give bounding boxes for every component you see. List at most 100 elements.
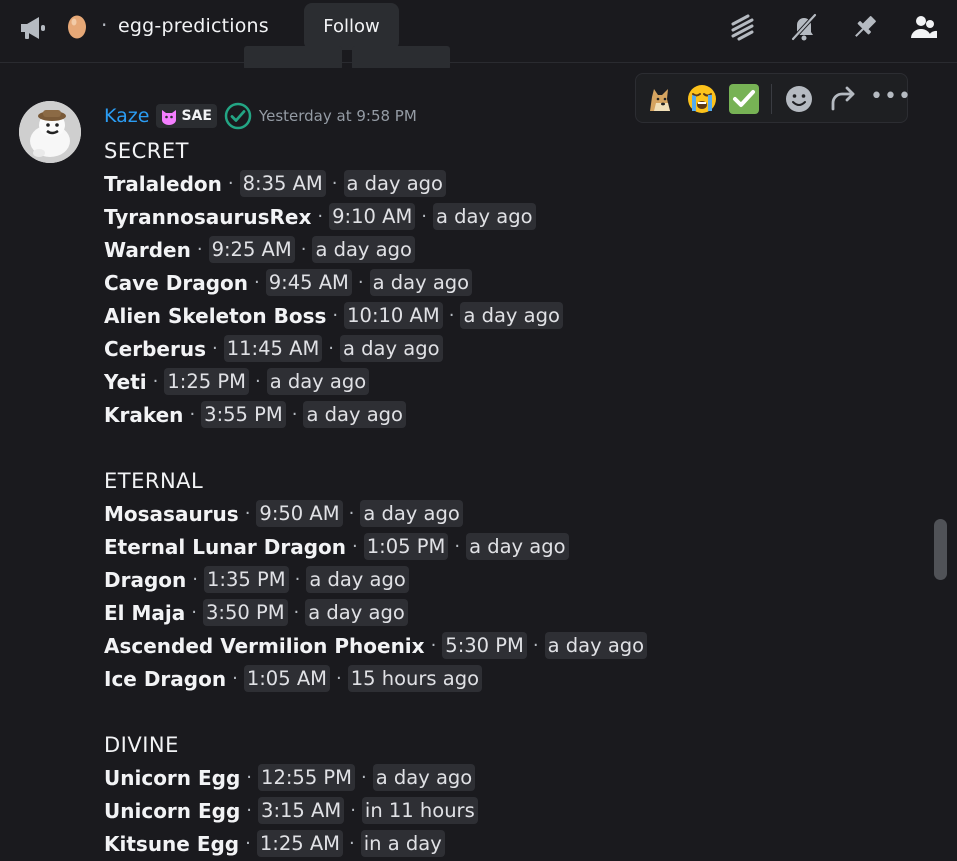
members-icon[interactable] xyxy=(908,12,938,42)
entry-relative-time[interactable]: a day ago xyxy=(372,764,476,791)
entry-time[interactable]: 3:50 PM xyxy=(202,599,288,626)
separator-dot: · xyxy=(532,635,539,656)
entry-name: Dragon xyxy=(104,567,187,592)
separator-dot: · xyxy=(300,239,307,260)
egg-icon xyxy=(68,15,86,39)
follow-button[interactable]: Follow xyxy=(304,3,399,50)
pin-icon[interactable] xyxy=(850,12,880,42)
message-content: SECRET Tralaledon · 8:35 AM · a day ago Tyrann… xyxy=(104,134,648,860)
schedule-entry: Kraken · 3:55 PM · a day ago xyxy=(104,398,647,431)
entry-relative-time[interactable]: a day ago xyxy=(369,269,473,296)
section-heading: SECRET xyxy=(104,138,189,163)
loudly-crying-emoji[interactable] xyxy=(686,83,718,115)
entry-name: Alien Skeleton Boss xyxy=(104,303,327,328)
entry-time[interactable]: 9:10 AM xyxy=(329,203,416,230)
schedule-entry: Mosasaurus · 9:50 AM · a day ago xyxy=(104,497,647,530)
entry-time[interactable]: 1:05 PM xyxy=(363,533,449,560)
entry-relative-time[interactable]: a day ago xyxy=(266,368,370,395)
entry-time[interactable]: 10:10 AM xyxy=(344,302,443,329)
entry-relative-time[interactable]: a day ago xyxy=(305,599,408,626)
separator-dot: · xyxy=(357,272,364,293)
entry-name: Warden xyxy=(104,237,191,262)
entry-time[interactable]: 12:55 PM xyxy=(258,764,356,791)
announcement-megaphone-icon xyxy=(21,17,45,39)
entry-time[interactable]: 1:05 AM xyxy=(243,665,330,692)
separator-dot: · xyxy=(291,404,298,425)
separator-dot: · xyxy=(246,800,253,821)
entry-relative-time[interactable]: a day ago xyxy=(340,335,443,362)
schedule-entry: Unicorn Egg · 3:15 AM · in 11 hours xyxy=(104,794,647,827)
entry-time[interactable]: 9:50 AM xyxy=(256,500,343,527)
schedule-entry: Yeti · 1:25 PM · a day ago xyxy=(104,365,647,398)
separator-dot: · xyxy=(189,404,196,425)
message-timestamp[interactable]: Yesterday at 9:58 PM xyxy=(259,107,417,125)
entry-name: Kraken xyxy=(104,402,184,427)
entry-time[interactable]: 9:25 AM xyxy=(208,236,295,263)
schedule-entry: Ice Dragon · 1:05 AM · 15 hours ago xyxy=(104,662,647,695)
separator-dot: · xyxy=(293,602,300,623)
toolbar-divider xyxy=(771,84,772,114)
entry-relative-time[interactable]: a day ago xyxy=(433,203,536,230)
entry-relative-time[interactable]: in 11 hours xyxy=(361,797,478,824)
entry-relative-time[interactable]: a day ago xyxy=(306,566,409,593)
channel-name[interactable]: egg-predictions xyxy=(118,15,269,37)
scrollbar-thumb[interactable] xyxy=(934,519,947,580)
entry-relative-time[interactable]: a day ago xyxy=(303,401,406,428)
entry-time[interactable]: 3:15 AM xyxy=(258,797,345,824)
separator-dot: · xyxy=(212,338,218,359)
entry-relative-time[interactable]: a day ago xyxy=(360,500,463,527)
entry-name: Mosasaurus xyxy=(104,501,239,526)
entry-time[interactable]: 3:55 PM xyxy=(201,401,286,428)
separator-dot: · xyxy=(192,569,198,590)
notifications-muted-icon[interactable] xyxy=(789,12,819,42)
entry-name: TyrannosaurusRex xyxy=(104,204,312,229)
entry-relative-time[interactable]: a day ago xyxy=(312,236,415,263)
entry-time[interactable]: 1:25 AM xyxy=(256,830,344,857)
separator-dot: · xyxy=(245,833,251,854)
schedule-entry: Alien Skeleton Boss · 10:10 AM · a day ago xyxy=(104,299,647,332)
entry-name: Ice Dragon xyxy=(104,666,227,691)
entry-relative-time[interactable]: 15 hours ago xyxy=(347,665,483,692)
separator-dot: · xyxy=(328,338,335,359)
entry-name: Cave Dragon xyxy=(104,270,248,295)
entry-name: Unicorn Egg xyxy=(104,765,241,790)
schedule-entry: Tralaledon · 8:35 AM · a day ago xyxy=(104,167,647,200)
entry-name: El Maja xyxy=(104,600,186,625)
entry-relative-time[interactable]: a day ago xyxy=(343,170,446,197)
schedule-entry: Eternal Lunar Dragon · 1:05 PM · a day ago xyxy=(104,530,647,563)
schedule-entry: El Maja · 3:50 PM · a day ago xyxy=(104,596,647,629)
separator-dot: · xyxy=(246,767,253,788)
entry-time[interactable]: 1:35 PM xyxy=(204,566,289,593)
threads-icon[interactable] xyxy=(728,12,758,42)
header-divider xyxy=(0,62,957,63)
entry-time[interactable]: 9:45 AM xyxy=(265,269,352,296)
schedule-entry: Unicorn Egg · 12:55 PM · a day ago xyxy=(104,761,647,794)
role-tag[interactable]: SAE xyxy=(156,104,217,128)
add-reaction-icon[interactable] xyxy=(783,83,815,115)
separator-dot: · xyxy=(361,767,367,788)
forward-icon[interactable] xyxy=(827,83,859,115)
entry-time[interactable]: 5:30 PM xyxy=(442,632,527,659)
schedule-entry: Cerberus · 11:45 AM · a day ago xyxy=(104,332,647,365)
schedule-entry: Cave Dragon · 9:45 AM · a day ago xyxy=(104,266,647,299)
entry-relative-time[interactable]: a day ago xyxy=(466,533,569,560)
avatar[interactable] xyxy=(19,101,81,163)
verified-check-icon xyxy=(224,102,252,130)
entry-relative-time[interactable]: in a day xyxy=(360,830,445,857)
entry-relative-time[interactable]: a day ago xyxy=(460,302,563,329)
separator-dot: · xyxy=(317,206,324,227)
more-options-icon[interactable]: ••• xyxy=(870,84,912,109)
entry-relative-time[interactable]: a day ago xyxy=(544,632,648,659)
separator-dot: · xyxy=(350,800,356,821)
check-mark-emoji[interactable] xyxy=(728,83,760,115)
entry-name: Tralaledon xyxy=(104,171,222,196)
separator-dot: · xyxy=(331,173,338,194)
entry-time[interactable]: 8:35 AM xyxy=(239,170,326,197)
author-name[interactable]: Kaze xyxy=(104,105,149,127)
separator-dot: · xyxy=(421,206,428,227)
doge-emoji[interactable] xyxy=(644,83,676,115)
entry-time[interactable]: 1:25 PM xyxy=(164,368,249,395)
separator-dot: · xyxy=(196,239,203,260)
entry-time[interactable]: 11:45 AM xyxy=(223,335,323,362)
